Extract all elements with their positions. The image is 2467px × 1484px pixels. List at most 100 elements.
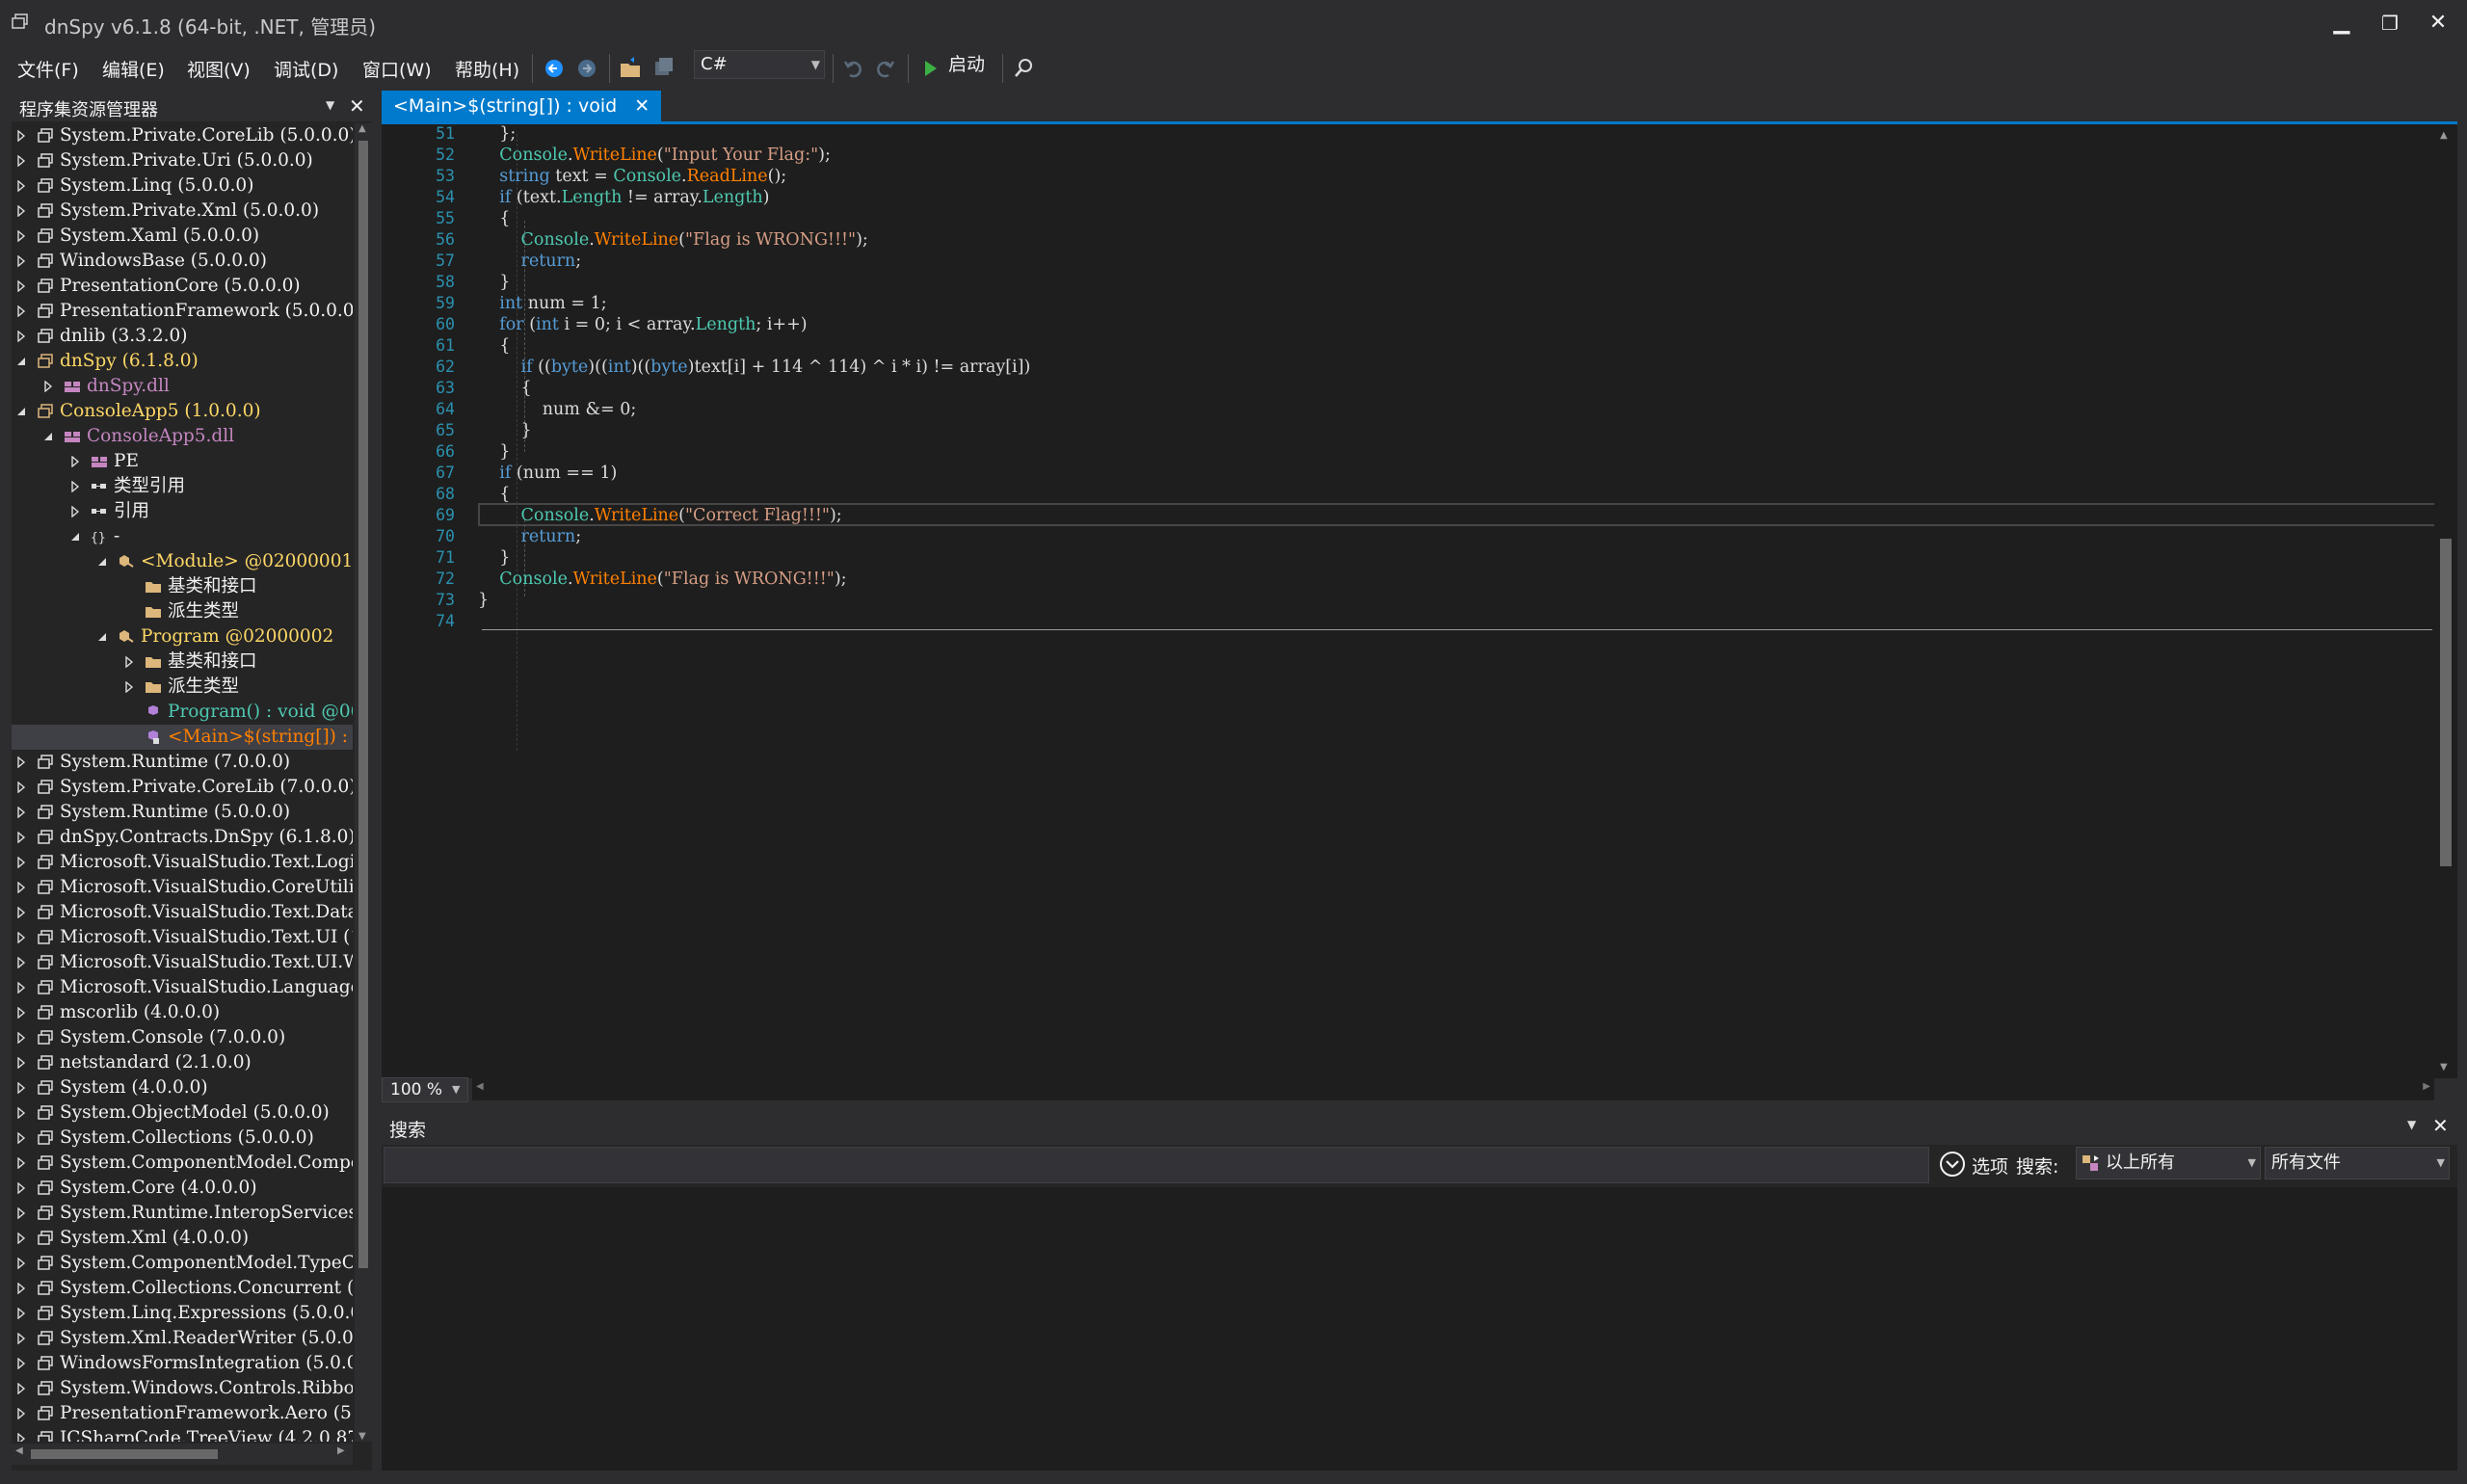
- tree-item[interactable]: netstandard (2.1.0.0): [12, 1050, 353, 1075]
- scroll-left-icon[interactable]: ◀: [476, 1081, 484, 1092]
- tree-item[interactable]: WindowsFormsIntegration (5.0.0.0: [12, 1351, 353, 1376]
- tree-item[interactable]: PresentationFramework.Aero (5.0: [12, 1401, 353, 1426]
- expand-arrow-icon[interactable]: [15, 907, 27, 918]
- tree-item[interactable]: dnSpy (6.1.8.0): [12, 349, 353, 374]
- tree-item[interactable]: PE: [12, 449, 353, 474]
- tree-item[interactable]: System.Core (4.0.0.0): [12, 1176, 353, 1201]
- search-scope-select[interactable]: 以上所有 ▼: [2076, 1147, 2261, 1179]
- close-panel-icon[interactable]: ✕: [349, 94, 365, 118]
- tree-item[interactable]: System.Private.Uri (5.0.0.0): [12, 148, 353, 173]
- tree-vertical-scrollbar[interactable]: ▲ ▼: [355, 123, 372, 1442]
- expand-arrow-icon[interactable]: [15, 1007, 27, 1019]
- file-filter-select[interactable]: 所有文件 ▼: [2265, 1147, 2450, 1179]
- tree-item[interactable]: System (4.0.0.0): [12, 1075, 353, 1100]
- menu-debug[interactable]: 调试(D): [274, 56, 338, 82]
- scroll-down-icon[interactable]: ▼: [358, 1431, 366, 1442]
- tree-item[interactable]: Microsoft.VisualStudio.CoreUtility: [12, 875, 353, 900]
- tree-item[interactable]: ConsoleApp5 (1.0.0.0): [12, 399, 353, 424]
- tree-item[interactable]: Microsoft.VisualStudio.Text.Logic: [12, 850, 353, 875]
- tree-item[interactable]: System.Private.CoreLib (5.0.0.0): [12, 123, 353, 148]
- collapse-arrow-icon[interactable]: [15, 406, 27, 417]
- expand-arrow-icon[interactable]: [15, 1283, 27, 1294]
- tree-item[interactable]: <Module> @02000001: [12, 549, 353, 574]
- tree-item[interactable]: System.ComponentModel.TypeCo: [12, 1251, 353, 1276]
- undo-icon[interactable]: [842, 54, 863, 83]
- tree-item[interactable]: ICSharpCode.TreeView (4.2.0.8752: [12, 1426, 353, 1442]
- tree-item[interactable]: Microsoft.VisualStudio.Language.: [12, 975, 353, 1000]
- tree-item[interactable]: System.Windows.Controls.Ribbon: [12, 1376, 353, 1401]
- expand-arrow-icon[interactable]: [15, 1182, 27, 1194]
- minimize-button[interactable]: ▁: [2322, 8, 2361, 39]
- close-tab-icon[interactable]: ✕: [634, 95, 650, 117]
- expand-arrow-icon[interactable]: [15, 305, 27, 317]
- tree-item[interactable]: {} -: [12, 524, 353, 549]
- expand-arrow-icon[interactable]: [15, 1333, 27, 1344]
- tree-item[interactable]: 派生类型: [12, 599, 353, 624]
- panel-menu-chevron-icon[interactable]: ▼: [326, 98, 334, 112]
- tree-item[interactable]: System.Linq.Expressions (5.0.0.0): [12, 1301, 353, 1326]
- tree-item[interactable]: ConsoleApp5.dll: [12, 424, 353, 449]
- open-folder-icon[interactable]: [619, 54, 642, 83]
- expand-arrow-icon[interactable]: [15, 230, 27, 242]
- start-button-label[interactable]: 启动: [948, 50, 985, 76]
- editor-vertical-scrollbar[interactable]: ▲ ▼: [2434, 124, 2457, 1078]
- expand-arrow-icon[interactable]: [15, 832, 27, 843]
- tree-item[interactable]: System.Private.Xml (5.0.0.0): [12, 199, 353, 224]
- collapse-arrow-icon[interactable]: [15, 356, 27, 367]
- tree-item[interactable]: dnSpy.Contracts.DnSpy (6.1.8.0): [12, 825, 353, 850]
- tree-horizontal-scrollbar[interactable]: ◀ ▶: [12, 1444, 353, 1465]
- tree-item[interactable]: dnSpy.dll: [12, 374, 353, 399]
- tree-hscroll-thumb[interactable]: [31, 1449, 218, 1459]
- tree-scroll-thumb[interactable]: [358, 141, 368, 1268]
- expand-arrow-icon[interactable]: [15, 1107, 27, 1119]
- assembly-tree[interactable]: System.Private.CoreLib (5.0.0.0) System.P…: [12, 123, 353, 1442]
- save-all-icon[interactable]: [651, 54, 675, 83]
- start-debug-icon[interactable]: [921, 54, 941, 83]
- expand-arrow-icon[interactable]: [15, 205, 27, 217]
- editor-horizontal-scrollbar[interactable]: ◀ ▶: [472, 1077, 2434, 1100]
- menu-help[interactable]: 帮助(H): [455, 56, 519, 82]
- tree-item[interactable]: Microsoft.VisualStudio.Text.Data (: [12, 900, 353, 925]
- tree-item[interactable]: System.Runtime (5.0.0.0): [12, 800, 353, 825]
- expand-arrow-icon[interactable]: [15, 1157, 27, 1169]
- tree-item[interactable]: Program() : void @06000002: [12, 700, 353, 725]
- tree-item[interactable]: System.Collections (5.0.0.0): [12, 1126, 353, 1151]
- search-icon[interactable]: [1012, 54, 1035, 83]
- expand-arrow-icon[interactable]: [15, 1308, 27, 1319]
- options-toggle-icon[interactable]: [1939, 1151, 1966, 1178]
- expand-arrow-icon[interactable]: [15, 1433, 27, 1442]
- tree-item[interactable]: Program @02000002: [12, 624, 353, 649]
- expand-arrow-icon[interactable]: [15, 932, 27, 943]
- tree-item[interactable]: System.Runtime.InteropServices (: [12, 1201, 353, 1226]
- expand-arrow-icon[interactable]: [15, 1408, 27, 1419]
- expand-arrow-icon[interactable]: [15, 782, 27, 793]
- options-label[interactable]: 选项: [1972, 1153, 2008, 1179]
- tree-item[interactable]: 引用: [12, 499, 353, 524]
- tree-item[interactable]: System.ComponentModel.Compo: [12, 1151, 353, 1176]
- expand-arrow-icon[interactable]: [15, 1207, 27, 1219]
- tree-item[interactable]: PresentationFramework (5.0.0.0): [12, 299, 353, 324]
- forward-icon[interactable]: [576, 54, 597, 83]
- expand-arrow-icon[interactable]: [69, 481, 81, 492]
- scroll-right-icon[interactable]: ▶: [337, 1445, 345, 1456]
- expand-arrow-icon[interactable]: [15, 255, 27, 267]
- tab-main-method[interactable]: <Main>$(string[]) : void ✕: [382, 91, 662, 121]
- tree-item[interactable]: System.Private.CoreLib (7.0.0.0): [12, 775, 353, 800]
- expand-arrow-icon[interactable]: [15, 180, 27, 192]
- expand-arrow-icon[interactable]: [15, 1383, 27, 1394]
- expand-arrow-icon[interactable]: [15, 756, 27, 768]
- menu-view[interactable]: 视图(V): [187, 56, 251, 82]
- code-editor[interactable]: 51 52 53 54 55 56 57 58 59 60 61 62 63 64 65 66 67 68 69 70…: [382, 124, 2436, 1078]
- close-button[interactable]: ✕: [2419, 8, 2457, 39]
- tree-item[interactable]: System.Xml (4.0.0.0): [12, 1226, 353, 1251]
- tree-item[interactable]: System.Xaml (5.0.0.0): [12, 224, 353, 249]
- expand-arrow-icon[interactable]: [15, 331, 27, 342]
- scroll-right-icon[interactable]: ▶: [2423, 1081, 2430, 1092]
- tree-item[interactable]: 基类和接口: [12, 574, 353, 599]
- search-input[interactable]: [384, 1147, 1929, 1183]
- expand-arrow-icon[interactable]: [15, 1082, 27, 1094]
- tree-item[interactable]: System.ObjectModel (5.0.0.0): [12, 1100, 353, 1126]
- expand-arrow-icon[interactable]: [123, 681, 135, 693]
- language-select[interactable]: C# ▼: [694, 50, 825, 79]
- close-panel-icon[interactable]: ✕: [2432, 1114, 2449, 1137]
